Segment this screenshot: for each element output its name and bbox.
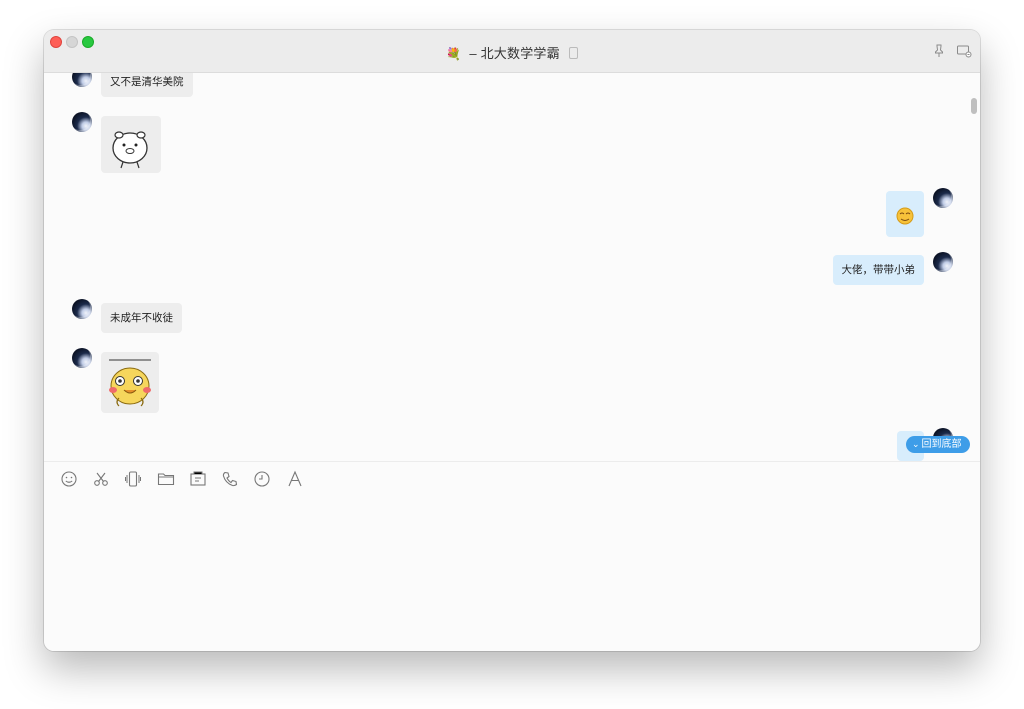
scrollbar-thumb[interactable] <box>971 98 977 114</box>
folder-icon[interactable] <box>157 470 175 488</box>
chat-name: 北大数学学霸 <box>480 46 560 61</box>
screenshot-icon[interactable] <box>189 470 207 488</box>
font-icon[interactable] <box>286 470 304 488</box>
input-toolbar <box>44 462 980 498</box>
back-to-bottom-button[interactable]: ⌄ 回到底部 <box>906 436 970 453</box>
message-bubble[interactable]: 未成年不收徒 <box>101 303 182 333</box>
scissors-icon[interactable] <box>92 470 110 488</box>
avatar[interactable] <box>72 348 92 368</box>
message-bubble[interactable]: 大佬，带带小弟 <box>832 255 924 285</box>
back-to-bottom-label: 回到底部 <box>921 439 962 450</box>
emoji-icon[interactable] <box>60 470 78 488</box>
phone-icon[interactable] <box>221 470 239 488</box>
avatar[interactable] <box>72 299 92 319</box>
smiley-emoji[interactable] <box>886 191 924 237</box>
pin-icon[interactable] <box>931 43 947 59</box>
avatar[interactable] <box>933 252 953 272</box>
yellow-duck-sticker[interactable] <box>101 352 159 413</box>
message-input[interactable] <box>44 498 980 651</box>
flower-emoji: 💐 <box>446 47 462 61</box>
phone-device-icon <box>568 47 578 59</box>
history-icon[interactable] <box>253 470 271 488</box>
chat-window: 💐 – 北大数学学霸 又不是清华美院 大佬，带带小弟 未成年不收徒 ⌄ 回到底部 <box>44 30 980 651</box>
shake-icon[interactable] <box>124 470 142 488</box>
message-bubble[interactable]: 又不是清华美院 <box>101 73 193 97</box>
message-list[interactable]: 又不是清华美院 大佬，带带小弟 未成年不收徒 ⌄ 回到底部 <box>44 73 980 461</box>
avatar[interactable] <box>72 112 92 132</box>
avatar[interactable] <box>72 73 92 87</box>
double-chevron-down-icon: ⌄ <box>912 439 920 449</box>
avatar[interactable] <box>933 188 953 208</box>
window-title: 💐 – 北大数学学霸 <box>44 43 980 62</box>
monitor-icon[interactable] <box>956 43 972 59</box>
title-bar: 💐 – 北大数学学霸 <box>44 30 980 73</box>
cartoon-pig-sticker[interactable] <box>101 116 161 173</box>
